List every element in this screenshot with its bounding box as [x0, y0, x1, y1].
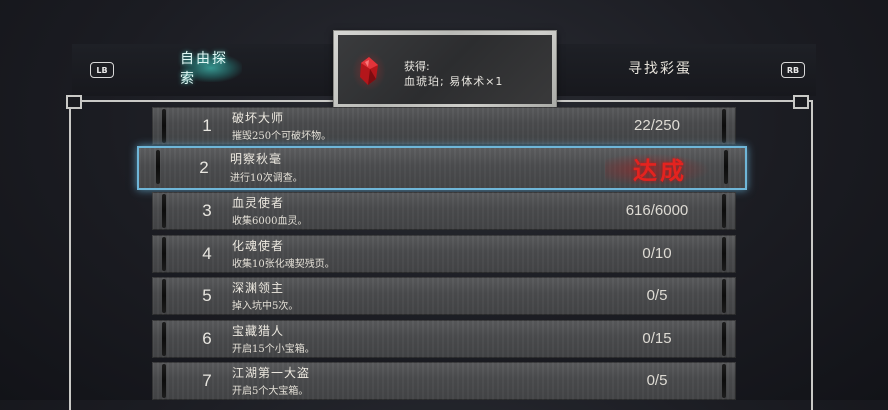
frame-corner-left: [66, 95, 82, 109]
scroll-rod-icon: [162, 364, 166, 398]
completed-stamp: 达成: [605, 152, 715, 185]
achievement-row[interactable]: 5 深渊领主 掉入坑中5次。 0/5: [152, 277, 736, 315]
achievement-title: 宝藏猎人: [232, 324, 285, 338]
achievement-progress: 0/10: [642, 245, 672, 262]
scroll-rod-icon: [722, 109, 726, 143]
achievement-desc: 收集6000血灵。: [232, 216, 308, 227]
achievement-number: 1: [202, 116, 212, 135]
achievement-title: 破坏大师: [232, 111, 285, 125]
scroll-rod-icon: [722, 194, 726, 228]
achievement-row[interactable]: 3 血灵使者 收集6000血灵。 616/6000: [152, 192, 736, 230]
achievement-desc: 收集10张化魂契残页。: [232, 259, 335, 270]
achievement-desc: 开启5个大宝箱。: [232, 386, 309, 397]
reward-label: 获得:: [404, 60, 430, 73]
red-crystal-icon: [352, 51, 386, 91]
frame-corner-right: [793, 95, 809, 109]
achievement-progress: 0/5: [646, 372, 668, 389]
achievement-number: 4: [202, 244, 212, 263]
achievement-progress: 22/250: [634, 117, 680, 134]
achievement-number: 7: [202, 371, 212, 390]
achievement-title: 血灵使者: [232, 196, 285, 210]
tab-find-easter-eggs[interactable]: 寻找彩蛋: [618, 54, 702, 82]
lb-bumper-icon[interactable]: LB: [90, 62, 114, 78]
scroll-rod-icon: [162, 194, 166, 228]
reward-item: 血琥珀; 易体术×1: [404, 75, 504, 88]
scroll-rod-icon: [722, 322, 726, 356]
achievement-number: 3: [202, 201, 212, 220]
scroll-rod-icon: [162, 322, 166, 356]
achievement-row[interactable]: 1 破坏大师 摧毁250个可破坏物。 22/250: [152, 107, 736, 145]
achievement-desc: 开启15个小宝箱。: [232, 344, 315, 355]
achievement-desc: 摧毁250个可破坏物。: [232, 131, 332, 142]
scroll-rod-icon: [722, 279, 726, 313]
scroll-rod-icon: [722, 364, 726, 398]
achievement-number: 2: [199, 158, 209, 177]
scroll-rod-icon: [722, 237, 726, 271]
scroll-rod-icon: [162, 279, 166, 313]
achievement-number: 5: [202, 286, 212, 305]
achievement-progress: 0/15: [642, 330, 672, 347]
achievement-title: 明察秋毫: [230, 152, 283, 166]
achievement-number: 6: [202, 329, 212, 348]
scroll-rod-icon: [162, 237, 166, 271]
achievement-progress: 616/6000: [625, 202, 689, 219]
achievement-row[interactable]: 6 宝藏猎人 开启15个小宝箱。 0/15: [152, 320, 736, 358]
scroll-rod-icon: [162, 109, 166, 143]
reward-popup: 获得: 血琥珀; 易体术×1: [333, 30, 557, 109]
achievement-row[interactable]: 4 化魂使者 收集10张化魂契残页。 0/10: [152, 235, 736, 273]
achievement-progress: 0/5: [646, 287, 668, 304]
achievement-row[interactable]: 7 江湖第一大盗 开启5个大宝箱。 0/5: [152, 362, 736, 400]
achievement-title: 化魂使者: [232, 239, 285, 253]
achievement-title: 江湖第一大盗: [232, 366, 311, 380]
achievement-title: 深渊领主: [232, 281, 285, 295]
scroll-rod-icon: [156, 150, 160, 184]
achievement-desc: 进行10次调查。: [230, 173, 303, 184]
scroll-rod-icon: [724, 150, 728, 184]
rb-bumper-icon[interactable]: RB: [781, 62, 805, 78]
achievement-row-selected[interactable]: 2 明察秋毫 进行10次调查。 达成: [139, 148, 745, 188]
tab-free-explore[interactable]: 自由探索: [180, 51, 242, 87]
achievement-desc: 掉入坑中5次。: [232, 301, 299, 312]
